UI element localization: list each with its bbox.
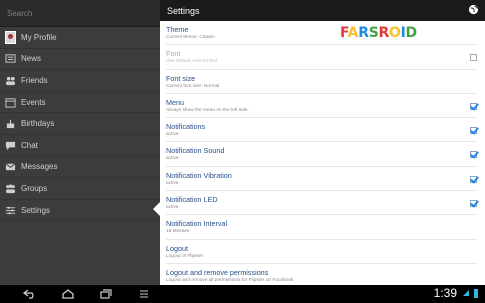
sidebar-item-events[interactable]: Events [0,92,160,114]
setting-subtitle: Logout of Flipster [166,253,204,259]
sidebar-item-messages[interactable]: Messages [0,157,160,179]
sidebar-item-label: Events [21,97,46,107]
setting-theme[interactable]: Theme Current theme: Classic [166,21,477,46]
setting-subtitle: Current font size: Normal [166,83,220,89]
battery-icon [474,289,478,298]
clock: 1:39 [433,286,457,300]
setting-subtitle: Always show the menu on the left side. [166,107,249,113]
setting-notifications[interactable]: Notifications active [166,118,477,143]
menu-checkbox[interactable] [470,102,477,110]
setting-title: Font size [166,73,196,83]
notification-led-checkbox[interactable] [470,200,477,208]
setting-notification-interval[interactable]: Notification Interval 15 Minutes [166,215,477,240]
setting-title: Menu [166,97,184,107]
globe-icon[interactable] [468,4,479,17]
setting-subtitle: active [166,180,179,186]
setting-subtitle: Current theme: Classic [166,35,215,40]
nav-drawer: Search My Profile News Friends Events Bi… [0,0,160,285]
wifi-icon [463,290,469,296]
home-icon[interactable] [60,288,76,300]
setting-logout[interactable]: Logout Logout of Flipster [166,240,477,264]
setting-title: Logout and remove permissions [166,267,269,277]
back-icon[interactable] [22,288,38,300]
setting-notification-led[interactable]: Notification LED active [166,191,477,216]
sidebar-item-label: My Profile [21,32,57,42]
setting-subtitle: active [166,156,179,162]
setting-subtitle: Use default Android font [166,59,218,65]
recent-apps-icon[interactable] [98,288,114,300]
settings-icon [5,205,16,216]
setting-subtitle: active [166,205,179,211]
sidebar-item-label: Settings [21,205,50,215]
chat-icon [5,140,16,151]
sidebar-item-label: Friends [21,75,48,85]
setting-notification-vibration[interactable]: Notification Vibration active [166,167,477,192]
birthday-icon [5,118,16,129]
sidebar-item-news[interactable]: News [0,49,160,71]
friends-icon [5,75,16,86]
avatar [5,30,16,44]
settings-pane: Settings FARSROID Theme Current theme: C… [160,0,485,285]
groups-icon [5,183,16,194]
search-input[interactable]: Search [0,0,160,27]
calendar-icon [5,97,16,108]
setting-title: Theme [166,25,189,34]
mail-icon [5,161,16,172]
sidebar-item-groups[interactable]: Groups [0,178,160,200]
setting-font-size[interactable]: Font size Current font size: Normal [166,70,477,94]
menu-icon[interactable] [136,288,152,300]
status-icons [462,288,479,299]
sidebar-item-chat[interactable]: Chat [0,135,160,157]
setting-title: Notification LED [166,195,218,205]
setting-notification-sound[interactable]: Notification Sound active [166,142,477,167]
sidebar-item-label: Chat [21,140,38,150]
setting-title: Notification Interval [166,219,228,229]
header-bar: Settings [160,0,485,21]
sidebar-item-friends[interactable]: Friends [0,70,160,92]
setting-subtitle: Logout and remove all permissions for Fl… [166,277,294,283]
setting-font[interactable]: Font Use default Android font [166,45,477,70]
setting-subtitle: 15 Minutes [166,229,190,235]
setting-title: Logout [166,243,188,253]
sidebar-item-settings[interactable]: Settings [0,200,160,222]
setting-title: Notifications [166,122,206,132]
setting-title: Notification Vibration [166,170,232,180]
page-title: Settings [167,5,200,16]
sidebar-item-label: Birthdays [21,119,55,129]
setting-title: Font [166,49,181,59]
sidebar-item-my-profile[interactable]: My Profile [0,27,160,49]
system-navigation-bar: 1:39 [0,285,485,303]
sidebar-item-birthdays[interactable]: Birthdays [0,113,160,135]
news-icon [5,53,16,64]
font-checkbox[interactable] [470,54,477,62]
notifications-checkbox[interactable] [470,127,477,135]
sidebar-item-label: Groups [21,183,48,193]
settings-list: Theme Current theme: Classic Font Use de… [160,21,485,288]
sidebar-item-label: Messages [21,162,58,172]
notification-vibration-checkbox[interactable] [470,175,477,183]
notification-sound-checkbox[interactable] [470,151,477,159]
sidebar-item-label: News [21,54,42,64]
setting-title: Notification Sound [166,146,225,156]
setting-menu[interactable]: Menu Always show the menu on the left si… [166,94,477,119]
setting-subtitle: active [166,132,179,138]
selection-pointer [153,202,160,216]
